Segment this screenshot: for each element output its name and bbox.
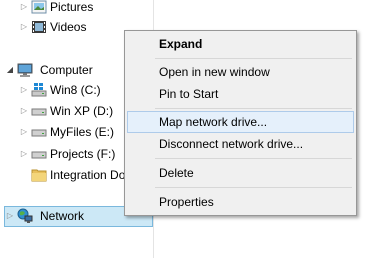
menu-item-open-in-new-window[interactable]: Open in new window [127, 61, 354, 83]
menu-item-expand[interactable]: Expand [127, 33, 354, 55]
tree-item-label: Pictures [50, 0, 94, 14]
menu-separator [155, 187, 352, 188]
videos-folder-icon [32, 21, 46, 33]
collapse-arrow-icon[interactable]: ◢ [6, 65, 14, 75]
menu-separator [155, 158, 352, 159]
tree-item-label: MyFiles (E:) [50, 125, 114, 139]
tree-item-pictures[interactable]: ▷ Pictures [0, 0, 153, 17]
tree-item-label: Videos [50, 20, 87, 34]
expand-arrow-icon[interactable]: ▷ [20, 127, 28, 137]
pictures-folder-icon [31, 0, 47, 14]
windows-drive-icon [31, 83, 47, 97]
folder-icon [31, 169, 47, 182]
tree-item-label: Network [40, 209, 85, 223]
expand-arrow-icon[interactable]: ▷ [20, 2, 28, 12]
menu-item-delete[interactable]: Delete [127, 162, 354, 184]
expand-arrow-icon[interactable]: ▷ [20, 149, 28, 159]
tree-item-label: Integration Do [50, 168, 126, 182]
menu-item-disconnect-network-drive[interactable]: Disconnect network drive... [127, 133, 354, 155]
expand-arrow-icon[interactable]: ▷ [20, 22, 28, 32]
menu-separator [155, 58, 352, 59]
drive-icon [31, 129, 47, 137]
expand-arrow-icon[interactable]: ▷ [20, 106, 28, 116]
drive-icon [31, 108, 47, 116]
menu-item-map-network-drive[interactable]: Map network drive... [127, 111, 354, 133]
tree-item-label: Computer [40, 63, 93, 77]
computer-icon [17, 63, 33, 77]
context-menu: Expand Open in new window Pin to Start M… [124, 30, 357, 216]
drive-icon [31, 151, 47, 159]
menu-item-properties[interactable]: Properties [127, 191, 354, 213]
tree-item-label: Projects (F:) [50, 147, 116, 161]
expand-arrow-icon[interactable]: ▷ [20, 85, 28, 95]
menu-item-pin-to-start[interactable]: Pin to Start [127, 83, 354, 105]
network-icon [17, 208, 33, 223]
tree-item-label: Win8 (C:) [50, 83, 101, 97]
tree-item-label: Win XP (D:) [50, 104, 114, 118]
menu-separator [155, 108, 352, 109]
expand-arrow-icon[interactable]: ▷ [6, 211, 14, 221]
